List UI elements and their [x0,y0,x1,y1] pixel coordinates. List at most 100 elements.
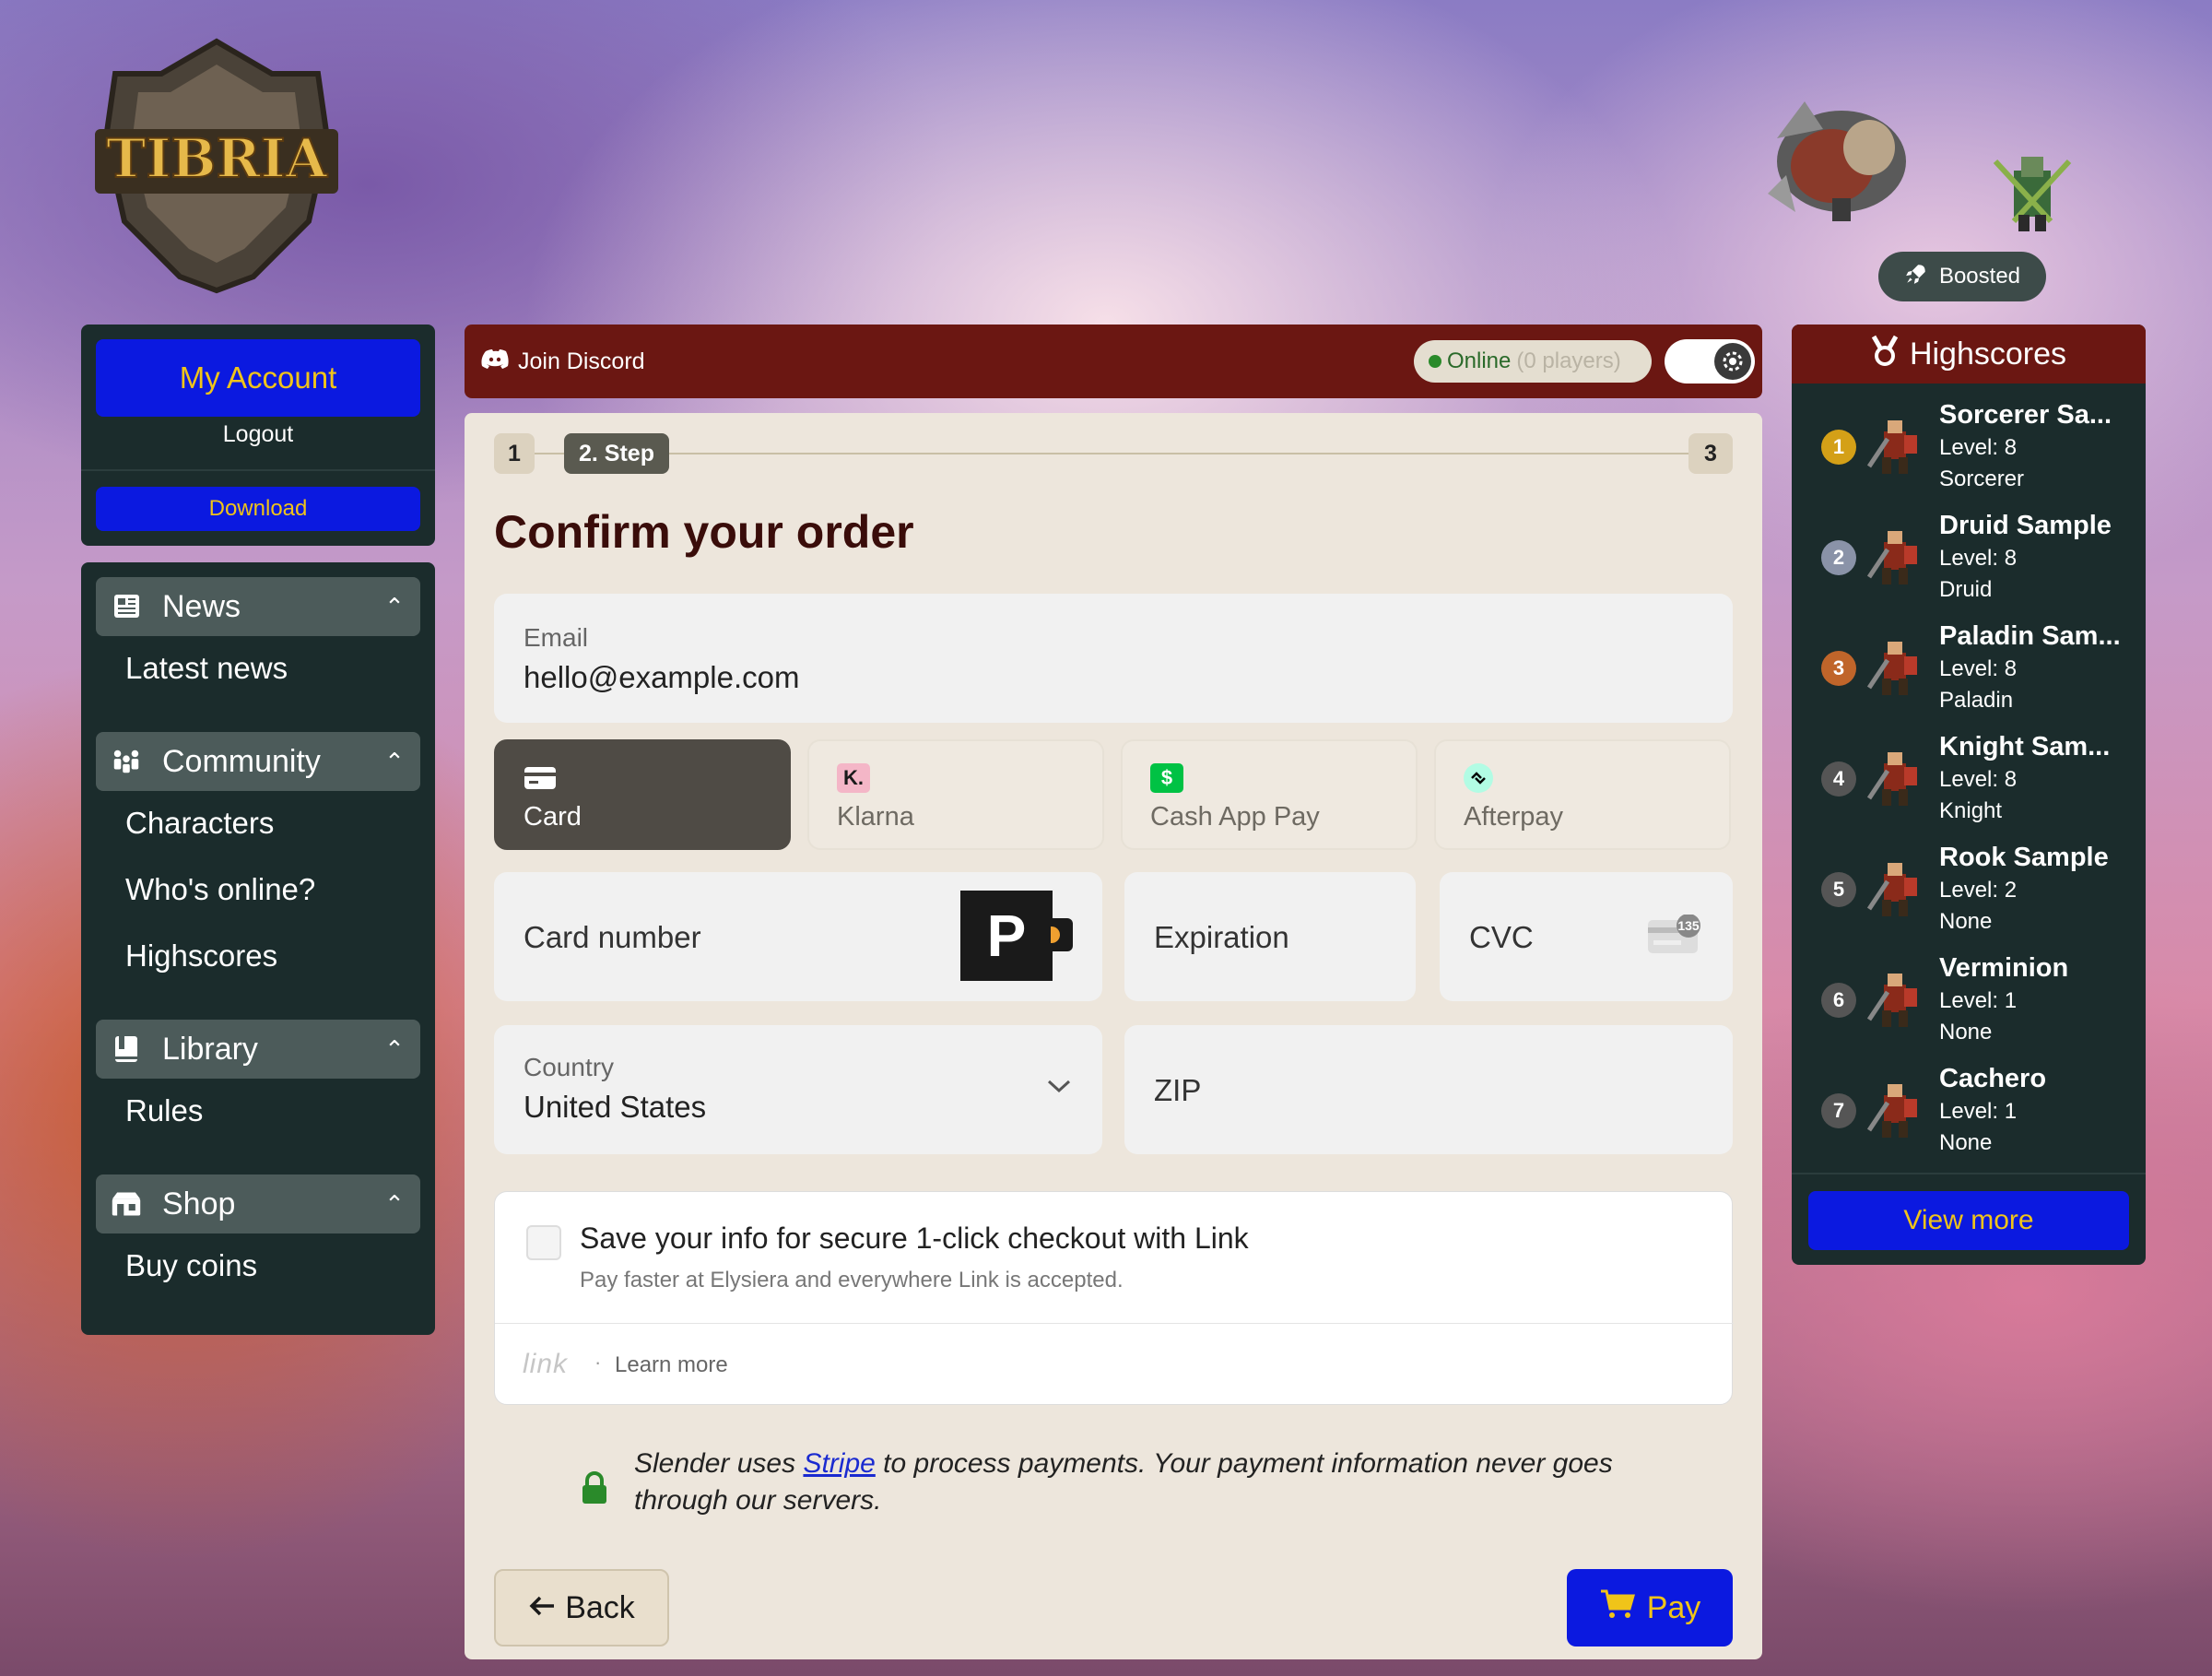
link-learn-more[interactable]: Learn more [615,1352,728,1378]
link-save-checkbox[interactable] [526,1225,561,1260]
tab-cashapp[interactable]: $ Cash App Pay [1121,739,1418,850]
menu-item-rules[interactable]: Rules [125,1093,203,1128]
chevron-up-icon: ⌃ [384,1034,405,1063]
character-sprite [1860,522,1930,592]
stripe-link[interactable]: Stripe [803,1448,875,1479]
join-discord-link[interactable]: Join Discord [481,325,645,398]
stepper-line [501,453,1718,454]
card-number-field[interactable]: Card number P [494,872,1102,1001]
highscores-divider [1792,1173,2146,1174]
people-icon [111,746,142,777]
character-vocation: Sorcerer [1939,466,2025,491]
character-name: Verminion [1939,953,2069,983]
step-1[interactable]: 1 [494,433,535,474]
top-bar: Join Discord Online (0 players) [465,325,1762,398]
link-logo: link [523,1349,569,1379]
character-name: Paladin Sam... [1939,621,2121,651]
highscore-row[interactable]: 7 Cachero Level: 1 None [1792,1058,2146,1169]
tab-klarna[interactable]: K. Klarna [807,739,1104,850]
cvc-card-icon: 135 [1646,914,1700,953]
menu-section-label: Community [162,743,321,779]
menu-section-news[interactable]: News ⌃ [96,577,420,636]
account-panel: My Account Logout Download [81,325,435,546]
expiration-field[interactable]: Expiration [1124,872,1416,1001]
pay-button[interactable]: Pay [1567,1569,1733,1646]
discord-icon [481,348,509,375]
menu-item-whos-online[interactable]: Who's online? [125,872,315,907]
rank-badge: 3 [1821,651,1856,686]
menu-item-highscores[interactable]: Highscores [125,938,277,974]
link-save-box: Save your info for secure 1-click checko… [494,1191,1734,1405]
tab-afterpay-label: Afterpay [1464,802,1563,832]
download-button[interactable]: Download [96,487,420,531]
online-label: Online [1447,348,1512,373]
step-3[interactable]: 3 [1688,433,1733,474]
highscore-row[interactable]: 5 Rook Sample Level: 2 None [1792,837,2146,948]
tab-afterpay[interactable]: Afterpay [1434,739,1731,850]
rank-badge: 4 [1821,761,1856,797]
character-name: Knight Sam... [1939,732,2111,761]
password-manager-icon[interactable]: P [960,891,1053,981]
menu-section-label: News [162,588,241,624]
highscore-row[interactable]: 3 Paladin Sam... Level: 8 Paladin [1792,616,2146,726]
theme-toggle[interactable] [1665,339,1755,384]
pay-label: Pay [1646,1589,1701,1625]
highscore-row[interactable]: 4 Knight Sam... Level: 8 Knight [1792,726,2146,837]
link-dot: · [594,1351,602,1374]
highscore-row[interactable]: 2 Druid Sample Level: 8 Druid [1792,505,2146,616]
character-vocation: Knight [1939,798,2003,823]
highscores-header: Highscores [1792,325,2146,384]
stripe-note: Slender uses Stripe to process payments.… [634,1446,1666,1519]
cvc-placeholder: CVC [1469,920,1534,954]
highscore-row[interactable]: 1 Sorcerer Sa... Level: 8 Sorcerer [1792,395,2146,505]
logout-link[interactable]: Logout [81,421,435,448]
chevron-up-icon: ⌃ [384,747,405,775]
character-level: Level: 8 [1939,546,2018,571]
character-vocation: None [1939,909,1993,934]
step-2-active[interactable]: 2. Step [564,433,669,474]
boosted-button[interactable]: Boosted [1878,252,2046,301]
zip-field[interactable]: ZIP [1124,1025,1733,1154]
country-value: United States [524,1090,707,1124]
password-manager-tab [1051,918,1073,951]
tab-klarna-label: Klarna [837,802,914,832]
boosted-label: Boosted [1938,264,2021,289]
boosted-creature-sprite [1759,83,1924,230]
character-vocation: Druid [1939,577,1993,602]
character-level: Level: 8 [1939,656,2018,681]
cvc-badge: 135 [1677,918,1700,933]
menu-item-characters[interactable]: Characters [125,806,274,841]
back-button[interactable]: Back [494,1569,669,1646]
highscores-panel: Highscores 1 Sorcerer Sa... Level: 8 Sorcer… [1792,325,2146,1265]
menu-section-library[interactable]: Library ⌃ [96,1020,420,1079]
tab-card[interactable]: Card [494,739,791,850]
site-logo[interactable]: TIBRIA [88,37,346,295]
country-select[interactable]: Country United States [494,1025,1102,1154]
shop-icon [111,1188,142,1220]
link-subtitle: Pay faster at Elysiera and everywhere Li… [580,1268,1124,1292]
view-more-button[interactable]: View more [1808,1191,2129,1250]
my-account-button[interactable]: My Account [96,339,420,417]
highscore-row[interactable]: 6 Verminion Level: 1 None [1792,948,2146,1058]
checkout-card: 1 2. Step 3 Confirm your order Email hel… [465,413,1762,1659]
rank-badge: 2 [1821,540,1856,575]
email-field[interactable]: Email hello@example.com [494,594,1733,723]
character-level: Level: 1 [1939,1099,2018,1124]
menu-item-latest-news[interactable]: Latest news [125,651,288,686]
arrow-left-icon [528,1590,556,1626]
rank-badge: 7 [1821,1093,1856,1128]
rank-badge: 6 [1821,983,1856,1018]
gear-icon [1714,343,1751,380]
chevron-up-icon: ⌃ [384,592,405,620]
menu-section-shop[interactable]: Shop ⌃ [96,1174,420,1233]
online-status-pill[interactable]: Online (0 players) [1414,340,1652,383]
rocket-icon [1904,262,1928,292]
character-vocation: Paladin [1939,688,2014,713]
menu-section-community[interactable]: Community ⌃ [96,732,420,791]
character-sprite [1860,964,1930,1034]
email-value: hello@example.com [524,660,800,694]
menu-item-buy-coins[interactable]: Buy coins [125,1248,257,1283]
cvc-field[interactable]: CVC 135 [1440,872,1733,1001]
character-level: Level: 2 [1939,878,2018,903]
svg-text:TIBRIA: TIBRIA [106,127,328,190]
